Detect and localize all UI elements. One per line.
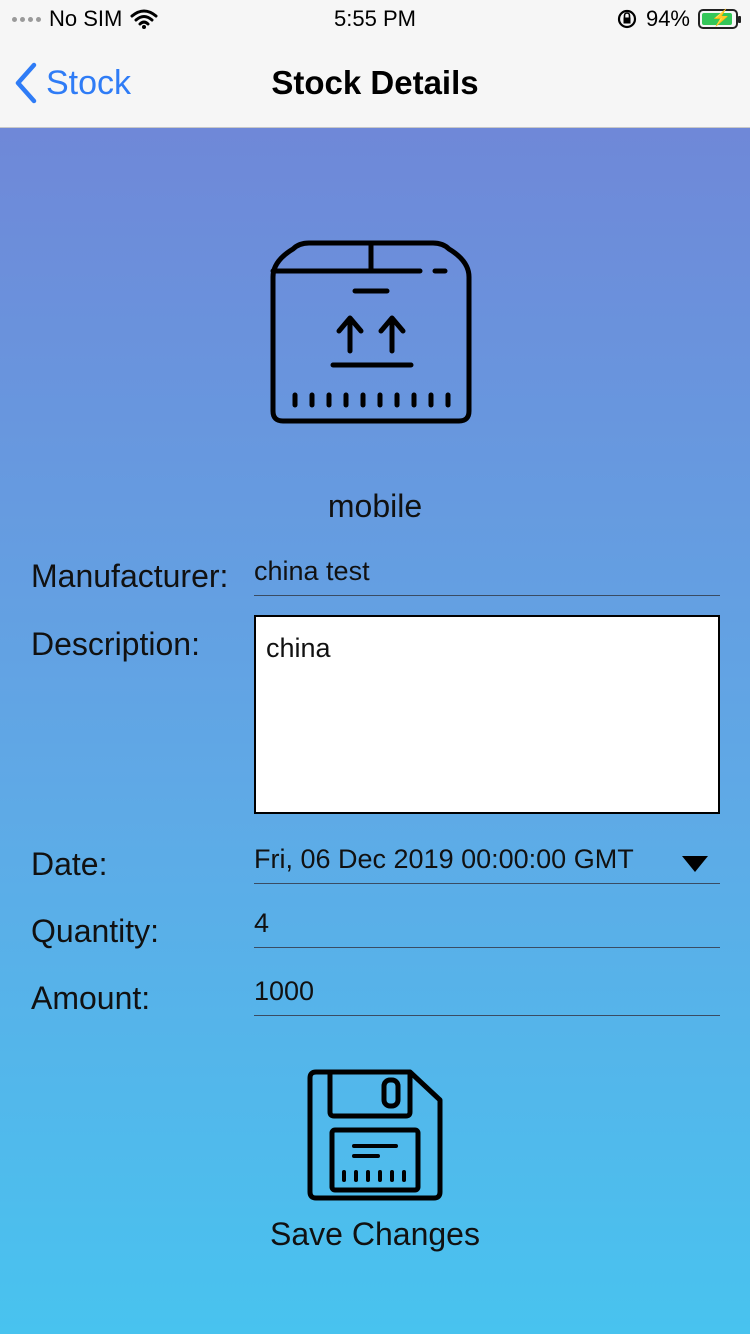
- orientation-lock-icon: [617, 9, 637, 29]
- battery-percent: 94%: [645, 6, 690, 31]
- description-field[interactable]: china: [254, 615, 720, 814]
- stock-details-content: mobile Manufacturer: china test Descript…: [0, 128, 750, 1334]
- date-value: Fri, 06 Dec 2019 00:00:00 GMT: [254, 844, 634, 874]
- amount-field[interactable]: 1000: [254, 976, 720, 1016]
- quantity-value: 4: [254, 908, 270, 938]
- quantity-label: Quantity:: [31, 913, 160, 949]
- amount-label: Amount:: [31, 980, 151, 1016]
- manufacturer-value: china test: [254, 556, 370, 586]
- floppy-disk-icon[interactable]: [306, 1068, 446, 1202]
- product-name: mobile: [327, 488, 423, 524]
- battery-icon: ⚡: [698, 9, 741, 29]
- manufacturer-label: Manufacturer:: [31, 558, 229, 594]
- status-bar: No SIM 5:55 PM 94% ⚡: [0, 0, 750, 40]
- date-label: Date:: [31, 846, 108, 882]
- save-changes-button[interactable]: Save Changes: [0, 1216, 750, 1253]
- triangle-down-icon: [682, 856, 708, 872]
- amount-value: 1000: [254, 976, 315, 1006]
- page-title: Stock Details: [271, 64, 479, 101]
- description-label: Description:: [31, 626, 200, 662]
- quantity-field[interactable]: 4: [254, 908, 720, 948]
- navigation-bar: Stock Stock Details: [0, 40, 750, 128]
- date-picker[interactable]: Fri, 06 Dec 2019 00:00:00 GMT: [254, 844, 720, 884]
- description-value: china: [266, 633, 331, 663]
- manufacturer-field[interactable]: china test: [254, 556, 720, 596]
- package-box-icon: [270, 240, 472, 424]
